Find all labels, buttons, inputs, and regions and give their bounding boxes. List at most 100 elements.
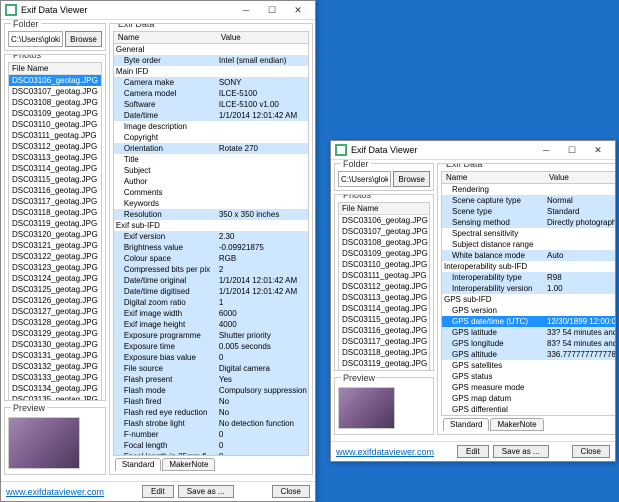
- exif-row[interactable]: Exposure time0.005 seconds: [114, 341, 308, 352]
- file-list-item[interactable]: DSC03121_geotag.JPG: [9, 240, 101, 251]
- exif-row[interactable]: Focal length in 35mm fi0: [114, 451, 308, 456]
- folder-path-input[interactable]: [8, 31, 63, 47]
- file-list-item[interactable]: DSC03130_geotag.JPG: [9, 339, 101, 350]
- exif-row[interactable]: Flash strobe lightNo detection function: [114, 418, 308, 429]
- exif-row[interactable]: Brightness value-0.09921875: [114, 242, 308, 253]
- exif-grid-header[interactable]: Name Value: [442, 172, 615, 184]
- file-list-item[interactable]: DSC03108_geotag.JPG: [9, 97, 101, 108]
- browse-button[interactable]: Browse: [65, 31, 102, 47]
- file-list-item[interactable]: DSC03113_geotag.JPG: [9, 152, 101, 163]
- exif-row[interactable]: GPS longitude83? 54 minutes and 8.6 seco…: [442, 338, 615, 349]
- file-list-item[interactable]: DSC03118_geotag.JPG: [339, 347, 429, 358]
- file-list-item[interactable]: DSC03107_geotag.JPG: [339, 226, 429, 237]
- exif-row[interactable]: GPS date/time (UTC)12/30/1899 12:00:00 A…: [442, 316, 615, 327]
- tab-makernote[interactable]: MakerNote: [490, 418, 543, 431]
- file-list-item[interactable]: DSC03107_geotag.JPG: [9, 86, 101, 97]
- folder-path-input[interactable]: [338, 171, 391, 187]
- file-list-item[interactable]: DSC03120_geotag.JPG: [339, 369, 429, 371]
- edit-button[interactable]: Edit: [457, 445, 489, 458]
- exif-row[interactable]: Exif image width6000: [114, 308, 308, 319]
- file-list-item[interactable]: DSC03106_geotag.JPG: [339, 215, 429, 226]
- file-list-item[interactable]: DSC03125_geotag.JPG: [9, 284, 101, 295]
- file-list-item[interactable]: DSC03115_geotag.JPG: [9, 174, 101, 185]
- exif-row[interactable]: Interoperability sub-IFD: [442, 261, 615, 272]
- file-list-header[interactable]: File Name: [339, 203, 429, 215]
- exif-row[interactable]: Exif version2.30: [114, 231, 308, 242]
- exif-row[interactable]: Flash red eye reductionNo: [114, 407, 308, 418]
- exif-row[interactable]: OrientationRotate 270: [114, 143, 308, 154]
- exif-row[interactable]: Resolution350 x 350 inches: [114, 209, 308, 220]
- exif-row[interactable]: F-number0: [114, 429, 308, 440]
- exif-col-value[interactable]: Value: [217, 32, 308, 43]
- file-list[interactable]: File Name DSC03106_geotag.JPGDSC03107_ge…: [338, 202, 430, 371]
- saveas-button[interactable]: Save as ...: [178, 485, 234, 498]
- file-list-item[interactable]: DSC03132_geotag.JPG: [9, 361, 101, 372]
- file-list-item[interactable]: DSC03124_geotag.JPG: [9, 273, 101, 284]
- file-list-item[interactable]: DSC03110_geotag.JPG: [339, 259, 429, 270]
- close-app-button[interactable]: Close: [272, 485, 310, 498]
- exif-row[interactable]: SoftwareILCE-5100 v1.00: [114, 99, 308, 110]
- file-list-item[interactable]: DSC03128_geotag.JPG: [9, 317, 101, 328]
- exif-row[interactable]: Date/time digitised1/1/2014 12:01:42 AM: [114, 286, 308, 297]
- file-list-item[interactable]: DSC03113_geotag.JPG: [339, 292, 429, 303]
- exif-row[interactable]: Byte orderIntel (small endian): [114, 55, 308, 66]
- file-list-item[interactable]: DSC03116_geotag.JPG: [9, 185, 101, 196]
- minimize-button[interactable]: －: [533, 142, 559, 158]
- exif-row[interactable]: Camera makeSONY: [114, 77, 308, 88]
- file-list-item[interactable]: DSC03134_geotag.JPG: [9, 383, 101, 394]
- file-list-item[interactable]: DSC03126_geotag.JPG: [9, 295, 101, 306]
- exif-row[interactable]: GPS latitude33? 54 minutes and 40.666666…: [442, 327, 615, 338]
- exif-row[interactable]: Flash modeCompulsory suppression: [114, 385, 308, 396]
- file-list-item[interactable]: DSC03123_geotag.JPG: [9, 262, 101, 273]
- file-list-header[interactable]: File Name: [9, 63, 101, 75]
- exif-row[interactable]: General: [114, 44, 308, 55]
- exif-row[interactable]: Interoperability version1.00: [442, 283, 615, 294]
- exif-row[interactable]: Keywords: [114, 198, 308, 209]
- exif-grid-header[interactable]: Name Value: [114, 32, 308, 44]
- exif-row[interactable]: Colour spaceRGB: [114, 253, 308, 264]
- file-list-item[interactable]: DSC03112_geotag.JPG: [9, 141, 101, 152]
- exif-row[interactable]: Interoperability typeR98: [442, 272, 615, 283]
- exif-col-value[interactable]: Value: [545, 172, 615, 183]
- file-list[interactable]: File Name DSC03106_geotag.JPGDSC03107_ge…: [8, 62, 102, 401]
- maximize-button[interactable]: ☐: [259, 2, 285, 18]
- exif-row[interactable]: GPS status: [442, 371, 615, 382]
- file-list-item[interactable]: DSC03114_geotag.JPG: [339, 303, 429, 314]
- file-list-item[interactable]: DSC03111_geotag.JPG: [9, 130, 101, 141]
- file-list-item[interactable]: DSC03106_geotag.JPG: [9, 75, 101, 86]
- file-list-item[interactable]: DSC03110_geotag.JPG: [9, 119, 101, 130]
- saveas-button[interactable]: Save as ...: [493, 445, 549, 458]
- exif-row[interactable]: Comments: [114, 187, 308, 198]
- file-list-item[interactable]: DSC03111_geotag.JPG: [339, 270, 429, 281]
- file-list-item[interactable]: DSC03120_geotag.JPG: [9, 229, 101, 240]
- exif-row[interactable]: GPS version: [442, 305, 615, 316]
- file-list-item[interactable]: DSC03129_geotag.JPG: [9, 328, 101, 339]
- exif-row[interactable]: Title: [114, 154, 308, 165]
- exif-grid[interactable]: Name Value GeneralByte orderIntel (small…: [113, 31, 309, 456]
- exif-row[interactable]: Spectral sensitivity: [442, 228, 615, 239]
- tab-standard[interactable]: Standard: [443, 418, 489, 431]
- file-list-item[interactable]: DSC03131_geotag.JPG: [9, 350, 101, 361]
- file-list-item[interactable]: DSC03117_geotag.JPG: [339, 336, 429, 347]
- exif-row[interactable]: Digital zoom ratio1: [114, 297, 308, 308]
- file-list-item[interactable]: DSC03112_geotag.JPG: [339, 281, 429, 292]
- file-list-item[interactable]: DSC03127_geotag.JPG: [9, 306, 101, 317]
- exif-row[interactable]: Date/time1/1/2014 12:01:42 AM: [114, 110, 308, 121]
- exif-row[interactable]: Subject: [114, 165, 308, 176]
- close-button[interactable]: ✕: [585, 142, 611, 158]
- exif-col-name[interactable]: Name: [114, 32, 217, 43]
- exif-row[interactable]: GPS sub-IFD: [442, 294, 615, 305]
- maximize-button[interactable]: ☐: [559, 142, 585, 158]
- exif-row[interactable]: Image description: [114, 121, 308, 132]
- exif-row[interactable]: Author: [114, 176, 308, 187]
- file-list-item[interactable]: DSC03135_geotag.JPG: [9, 394, 101, 401]
- exif-col-name[interactable]: Name: [442, 172, 545, 183]
- website-link[interactable]: www.exifdataviewer.com: [6, 487, 104, 497]
- exif-row[interactable]: Date/time original1/1/2014 12:01:42 AM: [114, 275, 308, 286]
- exif-row[interactable]: Exif image height4000: [114, 319, 308, 330]
- file-list-item[interactable]: DSC03117_geotag.JPG: [9, 196, 101, 207]
- file-list-item[interactable]: DSC03114_geotag.JPG: [9, 163, 101, 174]
- exif-row[interactable]: Copyright: [114, 132, 308, 143]
- exif-row[interactable]: GPS differential: [442, 404, 615, 415]
- exif-row[interactable]: GPS satellites: [442, 360, 615, 371]
